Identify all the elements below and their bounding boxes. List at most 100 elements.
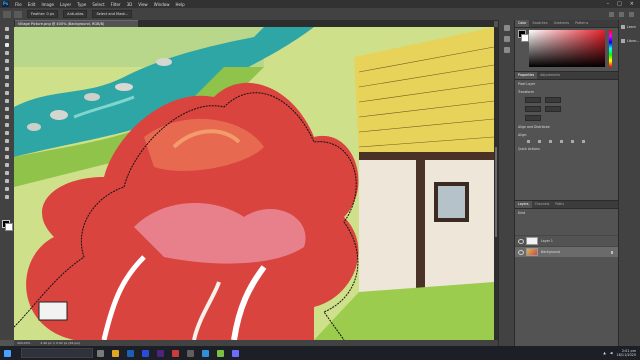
rectangle-tool-icon[interactable] [4,170,10,176]
gradient-tool-icon[interactable] [4,122,10,128]
lasso-tool-preset-icon[interactable] [3,10,11,18]
height-field[interactable] [545,97,561,103]
network-icon[interactable]: ▲ [603,351,606,355]
tab-adjustments[interactable]: Adjustments [537,72,563,79]
history-panel-icon[interactable] [504,25,510,31]
steam-taskbar-icon[interactable] [202,349,209,357]
document-canvas[interactable] [14,27,494,340]
healing-brush-tool-icon[interactable] [4,82,10,88]
menu-help[interactable]: Help [172,2,187,7]
color-background-swatch[interactable] [521,34,529,42]
volume-icon[interactable]: ◀ [610,351,613,355]
menu-image[interactable]: Image [38,2,57,7]
background-color-swatch[interactable] [5,223,13,231]
align-center-icon[interactable] [538,140,541,143]
brush-tool-icon[interactable] [4,90,10,96]
task-view-icon[interactable] [97,349,104,357]
history-brush-tool-icon[interactable] [4,106,10,112]
tab-properties[interactable]: Properties [515,72,538,79]
dock-learn[interactable]: Learn [619,20,640,34]
align-right-icon[interactable] [549,140,552,143]
blur-tool-icon[interactable] [4,130,10,136]
eye-icon[interactable] [518,249,524,255]
tab-channels[interactable]: Channels [532,201,553,208]
layer-name[interactable]: Background [541,250,560,254]
minimize-icon[interactable]: – [607,1,610,7]
workspace-icon[interactable] [619,11,624,17]
menu-type[interactable]: Type [74,2,89,7]
pen-tool-icon[interactable] [4,146,10,152]
taskbar-clock[interactable]: 2:01 pm 16/11/2020 [616,349,636,357]
app-taskbar-icon[interactable] [217,349,224,357]
tab-paths[interactable]: Paths [552,201,567,208]
crop-tool-icon[interactable] [4,58,10,64]
width-field[interactable] [525,97,541,103]
tab-patterns[interactable]: Patterns [572,20,591,27]
taskbar-search-box[interactable] [21,348,93,358]
lasso-tool-icon[interactable] [4,42,10,48]
marquee-tool-icon[interactable] [4,34,10,40]
antialias-checkbox[interactable]: Anti-alias [63,10,88,18]
layer-row[interactable]: Layer 1 [515,235,619,246]
move-tool-icon[interactable] [4,26,10,32]
hue-slider[interactable] [609,30,612,67]
discord-taskbar-icon[interactable] [232,349,239,357]
color-picker-field[interactable] [529,30,605,67]
tab-swatches[interactable]: Swatches [529,20,550,27]
align-top-icon[interactable] [560,140,563,143]
menu-3d[interactable]: 3D [124,2,136,7]
menu-view[interactable]: View [135,2,151,7]
brush-panel-icon[interactable] [504,36,510,42]
menu-select[interactable]: Select [89,2,107,7]
menu-window[interactable]: Window [151,2,173,7]
type-tool-icon[interactable] [4,154,10,160]
select-and-mask-button[interactable]: Select and Mask... [92,10,133,18]
tab-color[interactable]: Color [515,20,530,27]
dock-libraries[interactable]: Librar... [619,34,640,48]
edge-icon[interactable] [127,349,134,357]
align-bottom-icon[interactable] [582,140,585,143]
menu-edit[interactable]: Edit [25,2,39,7]
menu-layer[interactable]: Layer [57,2,74,7]
quick-actions-header[interactable]: Quick Actions [515,145,619,153]
search-icon[interactable] [609,11,614,17]
close-icon[interactable]: × [630,1,634,7]
layer-name[interactable]: Layer 1 [541,239,553,243]
clone-stamp-tool-icon[interactable] [4,98,10,104]
tab-gradients[interactable]: Gradients [551,20,573,27]
more-tools-icon[interactable] [4,194,10,200]
eyedropper-tool-icon[interactable] [4,74,10,80]
menu-file[interactable]: File [12,2,25,7]
y-field[interactable] [545,106,561,112]
layer-row[interactable]: Background [515,246,619,257]
frame-tool-icon[interactable] [4,66,10,72]
feather-field[interactable]: Feather: 0 px [27,10,59,18]
menu-filter[interactable]: Filter [108,2,124,7]
layer-filter-kind[interactable]: Kind [515,209,619,217]
windows-start-icon[interactable] [4,349,11,357]
scrollbar-thumb[interactable] [495,147,497,237]
selection-mode-icon[interactable] [14,10,22,18]
align-left-icon[interactable] [527,140,530,143]
file-explorer-icon[interactable] [112,349,119,357]
maximize-icon[interactable]: □ [617,1,622,7]
eye-icon[interactable] [518,238,524,244]
zoom-tool-icon[interactable] [4,186,10,192]
eraser-tool-icon[interactable] [4,114,10,120]
align-section-header[interactable]: Align and Distribute [515,123,619,131]
character-panel-icon[interactable] [504,47,510,53]
premiere-taskbar-icon[interactable] [157,349,164,357]
transform-section-header[interactable]: Transform [515,88,619,96]
dodge-tool-icon[interactable] [4,138,10,144]
hand-tool-icon[interactable] [4,178,10,184]
share-icon[interactable] [629,11,634,17]
path-select-tool-icon[interactable] [4,162,10,168]
quick-select-tool-icon[interactable] [4,50,10,56]
x-field[interactable] [525,106,541,112]
app-taskbar-icon[interactable] [172,349,179,357]
photoshop-taskbar-icon[interactable] [142,349,149,357]
tab-layers[interactable]: Layers [515,201,532,208]
angle-field[interactable] [525,115,541,121]
app-taskbar-icon[interactable] [187,349,194,357]
align-middle-icon[interactable] [571,140,574,143]
